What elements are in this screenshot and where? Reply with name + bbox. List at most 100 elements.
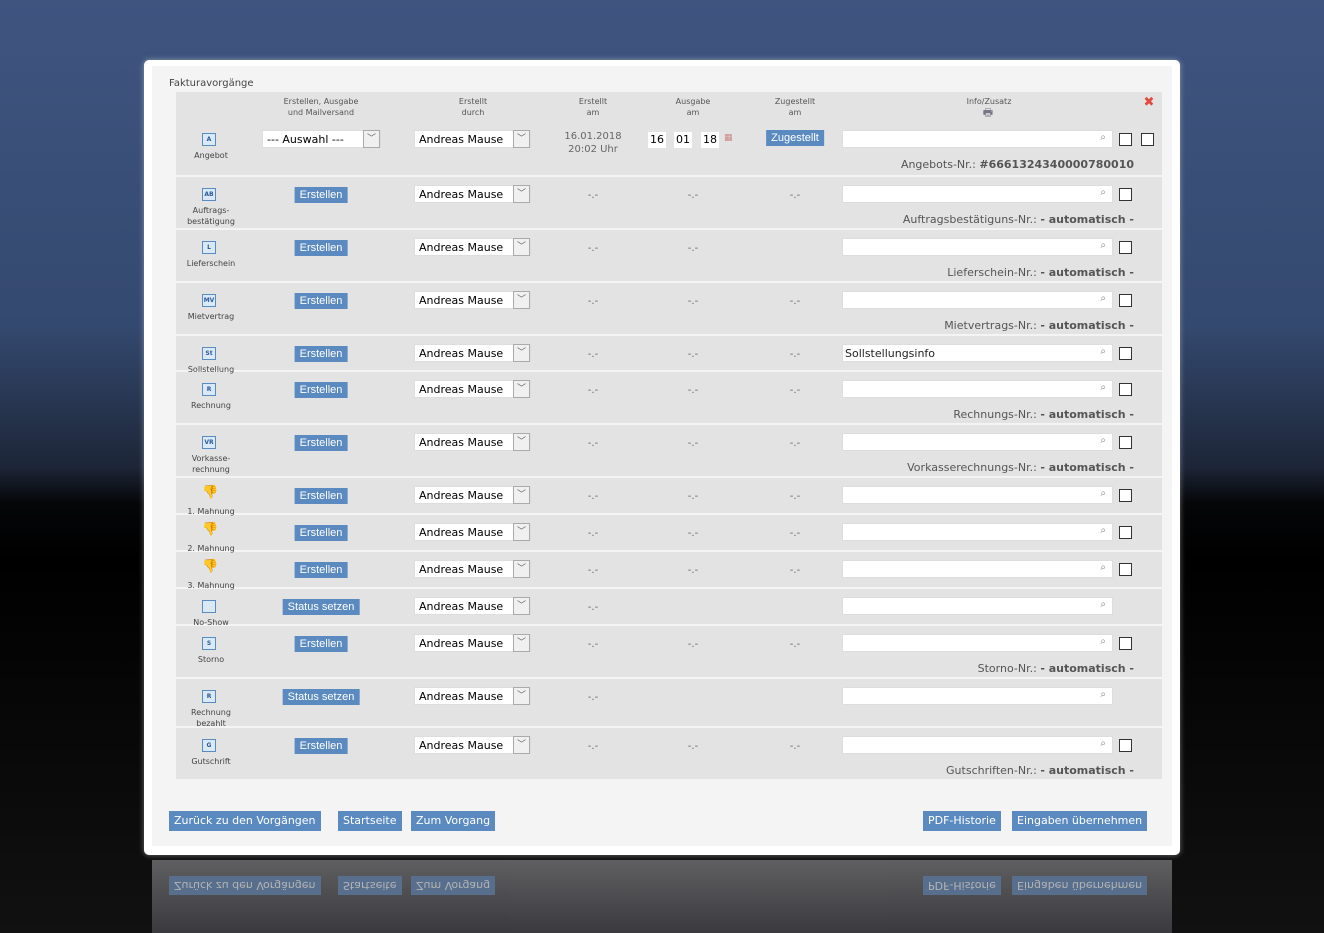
action-button[interactable]: Erstellen	[294, 525, 348, 541]
row-checkbox[interactable]	[1119, 637, 1132, 650]
action-button[interactable]: Erstellen	[294, 738, 348, 754]
chevron-down-icon[interactable]: ﹀	[513, 185, 530, 203]
user-select[interactable]: Andreas Mause ﹀	[414, 433, 531, 451]
chevron-down-icon[interactable]: ﹀	[513, 130, 530, 148]
chevron-down-icon[interactable]: ﹀	[513, 291, 530, 309]
search-icon[interactable]: ⌕	[1100, 293, 1106, 304]
calendar-icon[interactable]: ▦	[724, 133, 733, 143]
issued-year-input[interactable]: 18	[701, 132, 719, 148]
document-number: Angebots-Nr.: #6661324340000780010	[901, 158, 1134, 171]
row-checkbox[interactable]	[1119, 739, 1132, 752]
action-button[interactable]: Erstellen	[294, 636, 348, 652]
action-button[interactable]: Status setzen	[282, 599, 360, 615]
close-icon[interactable]: ✖	[1144, 96, 1155, 109]
info-input[interactable]: ⌕	[842, 687, 1113, 705]
row-checkbox[interactable]	[1119, 188, 1132, 201]
action-button[interactable]: Erstellen	[294, 488, 348, 504]
delivered-button[interactable]: Zugestellt	[766, 130, 824, 146]
action-button[interactable]: Erstellen	[294, 435, 348, 451]
chevron-down-icon[interactable]: ﹀	[513, 597, 530, 615]
apply-inputs-button[interactable]: Eingaben übernehmen	[1012, 811, 1148, 831]
chevron-down-icon[interactable]: ﹀	[513, 433, 530, 451]
user-select[interactable]: Andreas Mause ﹀	[414, 560, 531, 578]
action-button[interactable]: Status setzen	[282, 689, 360, 705]
startpage-button[interactable]: Startseite	[338, 811, 402, 831]
user-select[interactable]: Andreas Mause ﹀	[414, 238, 531, 256]
pdf-history-button[interactable]: PDF-Historie	[923, 811, 1001, 831]
search-icon[interactable]: ⌕	[1100, 346, 1106, 357]
row-checkbox[interactable]	[1119, 436, 1132, 449]
search-icon[interactable]: ⌕	[1100, 435, 1106, 446]
info-input[interactable]: ⌕	[842, 238, 1113, 256]
chevron-down-icon[interactable]: ﹀	[363, 130, 380, 148]
user-select[interactable]: Andreas Mause ﹀	[414, 736, 531, 754]
user-select[interactable]: Andreas Mause ﹀	[414, 185, 531, 203]
info-input[interactable]: ⌕	[842, 634, 1113, 652]
chevron-down-icon[interactable]: ﹀	[513, 238, 530, 256]
info-input[interactable]: ⌕	[842, 486, 1113, 504]
info-input[interactable]: ⌕	[842, 523, 1113, 541]
user-select[interactable]: Andreas Mause ﹀	[414, 597, 531, 615]
info-input[interactable]: ⌕	[842, 291, 1113, 309]
info-input[interactable]: ⌕	[842, 185, 1113, 203]
search-icon[interactable]: ⌕	[1100, 187, 1106, 198]
action-button[interactable]: Erstellen	[294, 187, 348, 203]
to-process-button[interactable]: Zum Vorgang	[411, 811, 496, 831]
info-input[interactable]: Sollstellungsinfo ⌕	[842, 344, 1113, 362]
chevron-down-icon[interactable]: ﹀	[513, 344, 530, 362]
info-input[interactable]: ⌕	[842, 130, 1113, 148]
user-select[interactable]: Andreas Mause ﹀	[414, 486, 531, 504]
info-input[interactable]: ⌕	[842, 597, 1113, 615]
chevron-down-icon[interactable]: ﹀	[513, 380, 530, 398]
chevron-down-icon[interactable]: ﹀	[513, 634, 530, 652]
user-select[interactable]: Andreas Mause ﹀	[414, 523, 531, 541]
row-checkbox[interactable]	[1119, 294, 1132, 307]
back-to-processes-button[interactable]: Zurück zu den Vorgängen	[169, 811, 321, 831]
user-select[interactable]: Andreas Mause ﹀	[414, 380, 531, 398]
issued-date: -.-	[687, 385, 699, 396]
search-icon[interactable]: ⌕	[1100, 689, 1106, 700]
action-button[interactable]: Erstellen	[294, 382, 348, 398]
row-checkbox[interactable]	[1119, 563, 1132, 576]
issued-month-input[interactable]: 01	[674, 132, 692, 148]
info-input[interactable]: ⌕	[842, 736, 1113, 754]
search-icon[interactable]: ⌕	[1100, 599, 1106, 610]
action-button[interactable]: Erstellen	[294, 293, 348, 309]
info-input[interactable]: ⌕	[842, 433, 1113, 451]
user-select-value: Andreas Mause	[419, 436, 504, 449]
issued-day-input[interactable]: 16	[648, 132, 666, 148]
search-icon[interactable]: ⌕	[1100, 132, 1106, 143]
user-select[interactable]: Andreas Mause ﹀	[414, 291, 531, 309]
action-button[interactable]: Erstellen	[294, 346, 348, 362]
info-input[interactable]: ⌕	[842, 560, 1113, 578]
search-icon[interactable]: ⌕	[1100, 382, 1106, 393]
search-icon[interactable]: ⌕	[1100, 562, 1106, 573]
row-checkbox[interactable]	[1119, 383, 1132, 396]
search-icon[interactable]: ⌕	[1100, 738, 1106, 749]
row-checkbox[interactable]	[1119, 133, 1132, 146]
chevron-down-icon[interactable]: ﹀	[513, 486, 530, 504]
row-checkbox[interactable]	[1119, 526, 1132, 539]
search-icon[interactable]: ⌕	[1100, 636, 1106, 647]
search-icon[interactable]: ⌕	[1100, 488, 1106, 499]
action-button[interactable]: Erstellen	[294, 240, 348, 256]
action-select[interactable]: --- Auswahl --- ﹀	[262, 130, 381, 148]
row-checkbox[interactable]	[1141, 133, 1154, 146]
chevron-down-icon[interactable]: ﹀	[513, 560, 530, 578]
row-checkbox[interactable]	[1119, 347, 1132, 360]
chevron-down-icon[interactable]: ﹀	[513, 687, 530, 705]
search-icon[interactable]: ⌕	[1100, 240, 1106, 251]
printer-icon[interactable]: 🖶	[983, 107, 993, 118]
chevron-down-icon[interactable]: ﹀	[513, 523, 530, 541]
row-checkbox[interactable]	[1119, 241, 1132, 254]
info-input[interactable]: ⌕	[842, 380, 1113, 398]
user-select[interactable]: Andreas Mause ﹀	[414, 634, 531, 652]
user-select[interactable]: Andreas Mause ﹀	[414, 130, 531, 148]
action-button[interactable]: Erstellen	[294, 562, 348, 578]
row-checkbox[interactable]	[1119, 489, 1132, 502]
user-select[interactable]: Andreas Mause ﹀	[414, 687, 531, 705]
search-icon[interactable]: ⌕	[1100, 525, 1106, 536]
chevron-down-icon[interactable]: ﹀	[513, 736, 530, 754]
number-value: - automatisch -	[1040, 266, 1134, 279]
user-select[interactable]: Andreas Mause ﹀	[414, 344, 531, 362]
